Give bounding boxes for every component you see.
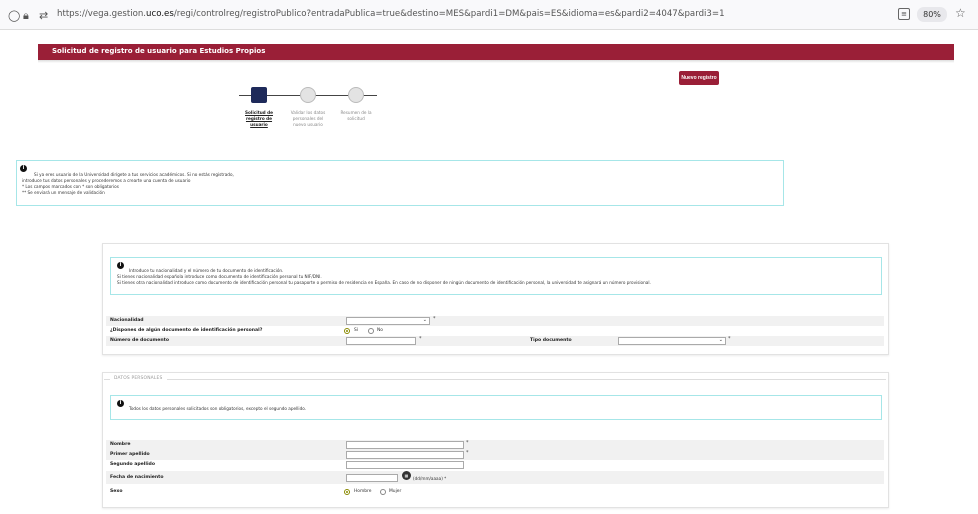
birth-date-hint: (dd/mm/aaaa) * bbox=[413, 476, 447, 481]
calendar-icon[interactable]: ▦ bbox=[402, 471, 411, 480]
page-header: Solicitud de registro de usuario para Es… bbox=[38, 44, 954, 60]
name-label: Nombre bbox=[110, 442, 131, 447]
zoom-indicator[interactable]: 80% bbox=[917, 7, 947, 22]
sex-female-label: Mujer bbox=[389, 489, 402, 494]
page-title: Solicitud de registro de usuario para Es… bbox=[52, 47, 266, 55]
required-mark: * bbox=[419, 336, 422, 342]
personal-info-text: Todos los datos personales solicitados s… bbox=[129, 406, 307, 411]
sex-male-radio[interactable] bbox=[344, 489, 350, 495]
step-3-label: Resumen de la solicitud bbox=[340, 110, 372, 122]
registration-info-text: Si ya eres usuario de la Universidad dir… bbox=[22, 172, 234, 196]
surname2-label: Segundo apellido bbox=[110, 462, 155, 467]
step-3-marker bbox=[348, 87, 364, 103]
personal-data-legend: DATOS PERSONALES bbox=[110, 376, 167, 381]
birth-date-row: Fecha de nacimiento ▦ (dd/mm/aaaa) * bbox=[106, 471, 884, 484]
name-row: Nombre * bbox=[106, 440, 884, 450]
required-mark: * bbox=[433, 316, 436, 322]
surname2-input[interactable] bbox=[346, 461, 464, 469]
lock-icon[interactable]: 🔒︎ bbox=[23, 9, 29, 23]
header-shadow bbox=[38, 60, 954, 63]
step-2-marker bbox=[300, 87, 316, 103]
new-record-button[interactable]: Nuevo registro bbox=[679, 71, 719, 85]
info-icon: i bbox=[20, 165, 27, 172]
identification-info-text: Introduce tu nacionalidad y el número de… bbox=[117, 268, 651, 286]
document-number-input[interactable] bbox=[346, 337, 416, 345]
chevron-down-icon: ⌄ bbox=[422, 317, 427, 323]
document-number-row: Número de documento * Tipo documento ⌄ * bbox=[106, 336, 884, 346]
document-type-label: Tipo documento bbox=[530, 338, 572, 343]
has-document-no-label: No bbox=[377, 328, 383, 333]
has-document-yes-label: Sí bbox=[354, 328, 359, 333]
reader-view-icon[interactable]: ≡ bbox=[898, 8, 910, 20]
step-1-marker bbox=[251, 87, 267, 103]
document-number-label: Número de documento bbox=[110, 338, 170, 343]
document-type-select[interactable]: ⌄ bbox=[618, 337, 726, 345]
required-mark: * bbox=[728, 336, 731, 342]
nationality-row: Nacionalidad ⌄ * bbox=[106, 316, 884, 326]
has-document-yes-radio[interactable] bbox=[344, 328, 350, 334]
name-input[interactable] bbox=[346, 441, 464, 449]
has-document-row: ¿Dispones de algún documento de identifi… bbox=[106, 326, 884, 336]
surname1-row: Primer apellido * bbox=[106, 450, 884, 460]
birth-date-label: Fecha de nacimiento bbox=[110, 475, 164, 480]
surname2-row: Segundo apellido bbox=[106, 460, 884, 470]
browser-address-bar: ◯ 🔒︎ ⇄ https://vega.gestion.uco.es/regi/… bbox=[0, 0, 978, 30]
url-field[interactable]: https://vega.gestion.uco.es/regi/control… bbox=[57, 9, 725, 19]
nationality-label: Nacionalidad bbox=[110, 318, 144, 323]
info-icon: i bbox=[117, 400, 124, 407]
sex-female-radio[interactable] bbox=[380, 489, 386, 495]
nationality-select[interactable]: ⌄ bbox=[346, 317, 430, 325]
chevron-down-icon: ⌄ bbox=[718, 337, 723, 343]
sex-label: Sexo bbox=[110, 489, 123, 494]
surname1-input[interactable] bbox=[346, 451, 464, 459]
surname1-label: Primer apellido bbox=[110, 452, 150, 457]
required-mark: * bbox=[466, 450, 469, 456]
fieldset-divider bbox=[104, 379, 886, 380]
has-document-label: ¿Dispones de algún documento de identifi… bbox=[110, 328, 263, 333]
bookmark-star-icon[interactable]: ☆ bbox=[955, 6, 966, 20]
step-2-label: Validar los datos personales del nuevo usu… bbox=[290, 110, 326, 128]
sex-male-label: Hombre bbox=[354, 489, 372, 494]
step-1-label[interactable]: Solicitud de registro de usuario bbox=[239, 110, 279, 128]
sex-row: Sexo Hombre Mujer bbox=[106, 487, 884, 497]
shield-icon[interactable]: ◯ bbox=[8, 9, 20, 22]
permissions-icon[interactable]: ⇄ bbox=[39, 9, 48, 22]
required-mark: * bbox=[466, 440, 469, 446]
birth-date-input[interactable] bbox=[346, 474, 398, 482]
has-document-no-radio[interactable] bbox=[368, 328, 374, 334]
